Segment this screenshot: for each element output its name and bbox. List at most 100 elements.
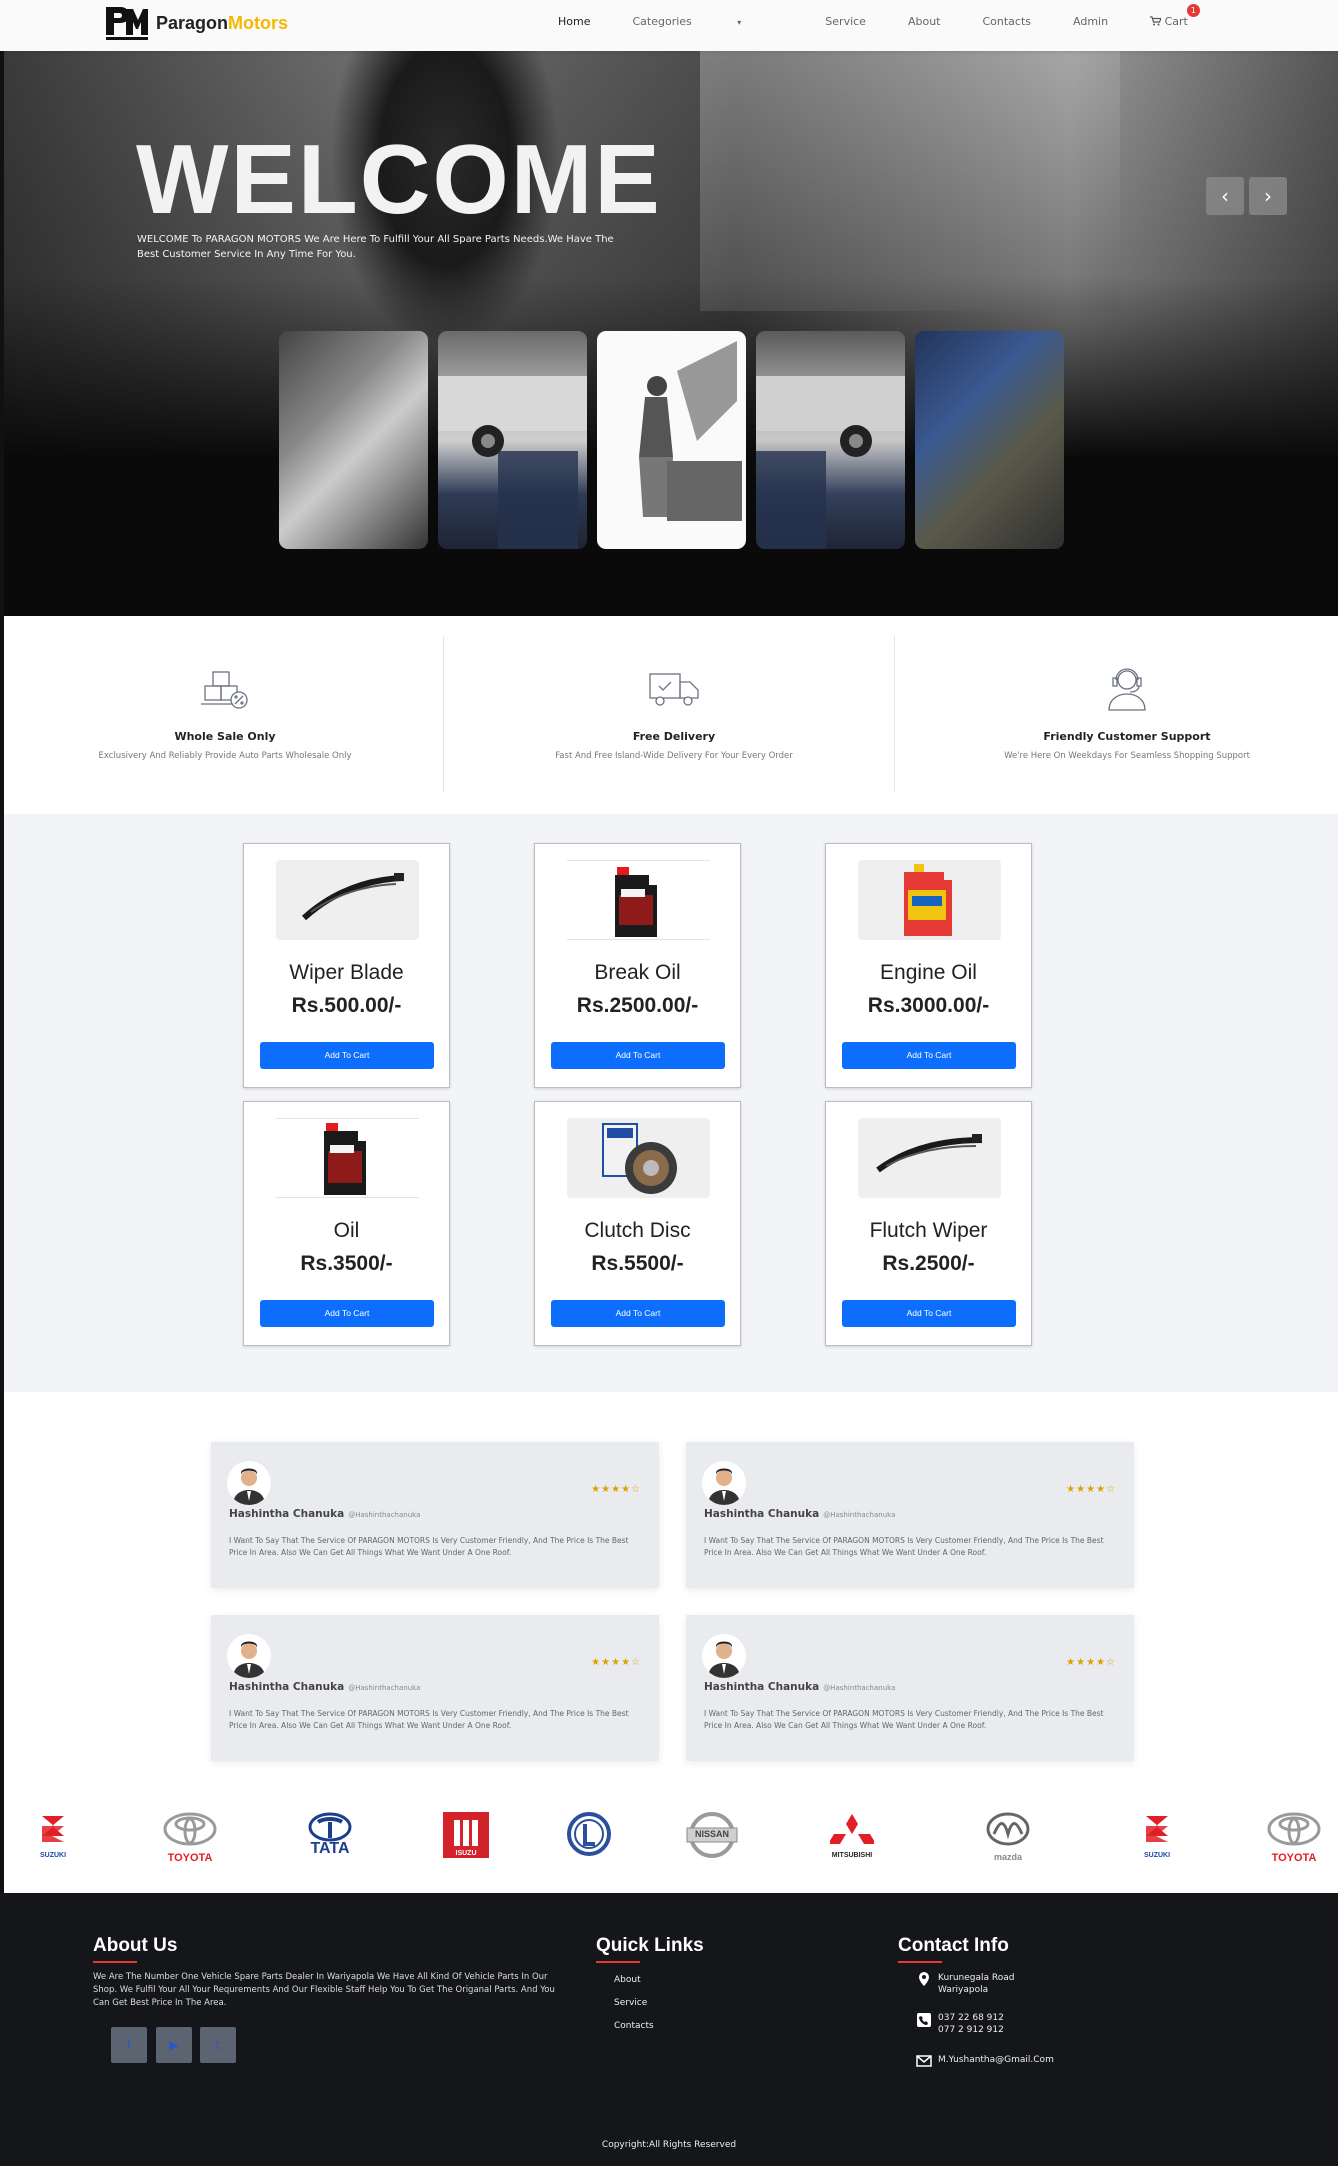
nav-item-categories[interactable]: Categories ▾ (632, 15, 783, 28)
footer-email[interactable]: M.Yushantha@Gmail.Com (938, 2054, 1054, 2066)
brand-logo-mazda[interactable]: mazda (980, 1812, 1036, 1868)
footer-title-underline (596, 1961, 640, 1963)
reviewer-name-text: Hashintha Chanuka (704, 1681, 820, 1693)
brand-name-label: TATA (310, 1840, 350, 1857)
nav-item-about[interactable]: About (908, 15, 941, 28)
footer-title-underline (898, 1961, 942, 1963)
nav-item-cart[interactable]: Cart 1 (1150, 4, 1230, 28)
brand-logo-leyland[interactable] (566, 1812, 612, 1868)
review-text: I Want To Say That The Service Of PARAGO… (229, 1709, 629, 1730)
navbar: ParagonMotors Home Categories ▾ Service … (0, 0, 1338, 51)
rating-stars: ★★★★☆ (1066, 1657, 1116, 1668)
nav-item-contacts[interactable]: Contacts (982, 15, 1031, 28)
product-name: Flutch Wiper (869, 1219, 988, 1242)
brand-logo-isuzu[interactable]: ISUZU (443, 1812, 489, 1868)
address-line-1: Kurunegala Road (938, 1973, 1015, 1983)
product-price: Rs.2500.00/- (576, 994, 699, 1017)
brand-logos-strip: SUZUKI TOYOTA TATA ISUZU NISSAN MITSUBIS… (0, 1782, 1338, 1893)
brand-logo-suzuki[interactable]: SUZUKI (1134, 1812, 1180, 1868)
rating-stars: ★★★★☆ (591, 1484, 641, 1495)
oil-bottle-image (324, 1123, 366, 1195)
product-name: Break Oil (594, 961, 681, 984)
reviews-section: Hashintha Chanuka @Hashinthachanuka ★★★★☆… (0, 1392, 1338, 1782)
product-card: Oil Rs.3500/- Add To Cart (243, 1101, 450, 1346)
slider-prev-button[interactable]: ‹ (1206, 177, 1244, 215)
slider-thumbnail[interactable] (756, 331, 905, 549)
brand-logo-toyota[interactable]: TOYOTA (1261, 1812, 1327, 1868)
reviewer-name: Hashintha Chanuka @Hashinthachanuka (704, 1681, 895, 1693)
cart-icon (1150, 16, 1162, 26)
brand-name-label: SUZUKI (1143, 1852, 1171, 1859)
hero-title: WELCOME (136, 124, 662, 234)
product-name: Clutch Disc (584, 1219, 691, 1242)
social-twitter-button[interactable]: t (200, 2027, 236, 2063)
brand-logo-tata[interactable]: TATA (302, 1812, 358, 1868)
reviewer-name: Hashintha Chanuka @Hashinthachanuka (229, 1681, 420, 1693)
add-to-cart-button[interactable]: Add To Cart (551, 1042, 725, 1069)
add-to-cart-button[interactable]: Add To Cart (260, 1300, 434, 1327)
avatar (702, 1634, 746, 1678)
brand-logo-toyota[interactable]: TOYOTA (157, 1812, 223, 1868)
suzuki-logo-icon (1146, 1816, 1168, 1842)
nav-item-home[interactable]: Home (558, 15, 590, 28)
footer-link-contacts[interactable]: Contacts (614, 2021, 654, 2031)
footer-link-about[interactable]: About (614, 1975, 641, 1985)
wiper-blade-image (876, 1134, 983, 1173)
hero-car-hood-shape (700, 51, 1120, 311)
brand-logo-suzuki[interactable]: SUZUKI (30, 1812, 76, 1868)
nav-item-admin[interactable]: Admin (1073, 15, 1108, 28)
feature-divider (443, 636, 444, 792)
brand-name-label: SUZUKI (39, 1852, 67, 1859)
oil-bottle-image (615, 867, 657, 937)
slider-thumbnail[interactable] (279, 331, 428, 549)
cart-count-badge: 1 (1186, 4, 1200, 17)
nav-menu: Home Categories ▾ Service About Contacts… (558, 4, 1272, 28)
brand-name-part1: Paragon (156, 12, 229, 33)
chevron-right-icon: › (1264, 184, 1272, 208)
add-to-cart-button[interactable]: Add To Cart (260, 1042, 434, 1069)
mazda-logo-icon (986, 1812, 1030, 1846)
add-to-cart-button[interactable]: Add To Cart (842, 1042, 1016, 1069)
brand-name-label: TOYOTA (1271, 1852, 1317, 1864)
rating-stars: ★★★★☆ (1066, 1484, 1116, 1495)
leyland-logo-icon (567, 1812, 611, 1856)
engine-oil-image (904, 864, 952, 936)
avatar (227, 1461, 271, 1505)
reviewer-handle: @Hashinthachanuka (823, 1684, 896, 1692)
add-to-cart-button[interactable]: Add To Cart (551, 1300, 725, 1327)
feature-title: Whole Sale Only (174, 730, 276, 743)
phone-1: 037 22 68 912 (938, 2013, 1004, 2023)
review-card: Hashintha Chanuka @Hashinthachanuka ★★★★☆… (686, 1615, 1134, 1761)
nav-item-service[interactable]: Service (825, 15, 866, 28)
footer-links-title: Quick Links (596, 1935, 704, 1956)
user-avatar-icon (708, 1641, 740, 1678)
footer: About Us We Are The Number One Vehicle S… (0, 1893, 1338, 2166)
product-name: Wiper Blade (289, 961, 404, 984)
toyota-logo-icon (1267, 1812, 1321, 1846)
isuzu-logo-icon: ISUZU (443, 1812, 489, 1858)
page-left-border (0, 51, 4, 1893)
slider-thumbnail-active[interactable] (597, 331, 746, 549)
brand-name-label: mazda (993, 1852, 1022, 1862)
product-image (567, 1118, 710, 1198)
rating-stars: ★★★★☆ (591, 1657, 641, 1668)
product-name: Oil (333, 1219, 360, 1242)
slider-next-button[interactable]: › (1249, 177, 1287, 215)
footer-contact-title: Contact Info (898, 1935, 1009, 1956)
social-facebook-button[interactable]: f (111, 2027, 147, 2063)
add-to-cart-button[interactable]: Add To Cart (842, 1300, 1016, 1327)
address-line-2: Wariyapola (938, 1985, 989, 1995)
brand-name: ParagonMotors (156, 13, 288, 34)
slider-thumbnail[interactable] (915, 331, 1064, 549)
product-image (858, 860, 1001, 940)
brand-logo[interactable]: ParagonMotors (104, 5, 288, 41)
reviewer-handle: @Hashinthachanuka (348, 1511, 421, 1519)
footer-link-service[interactable]: Service (614, 1998, 647, 2008)
social-youtube-button[interactable]: ▶ (156, 2027, 192, 2063)
brand-logo-mitsubishi[interactable]: MITSUBISHI (824, 1812, 880, 1868)
brand-logo-nissan[interactable]: NISSAN (685, 1812, 741, 1868)
review-text: I Want To Say That The Service Of PARAGO… (704, 1709, 1104, 1730)
slider-thumbnail[interactable] (438, 331, 587, 549)
footer-about-text: We Are The Number One Vehicle Spare Part… (93, 1972, 555, 2008)
product-image (567, 860, 710, 940)
